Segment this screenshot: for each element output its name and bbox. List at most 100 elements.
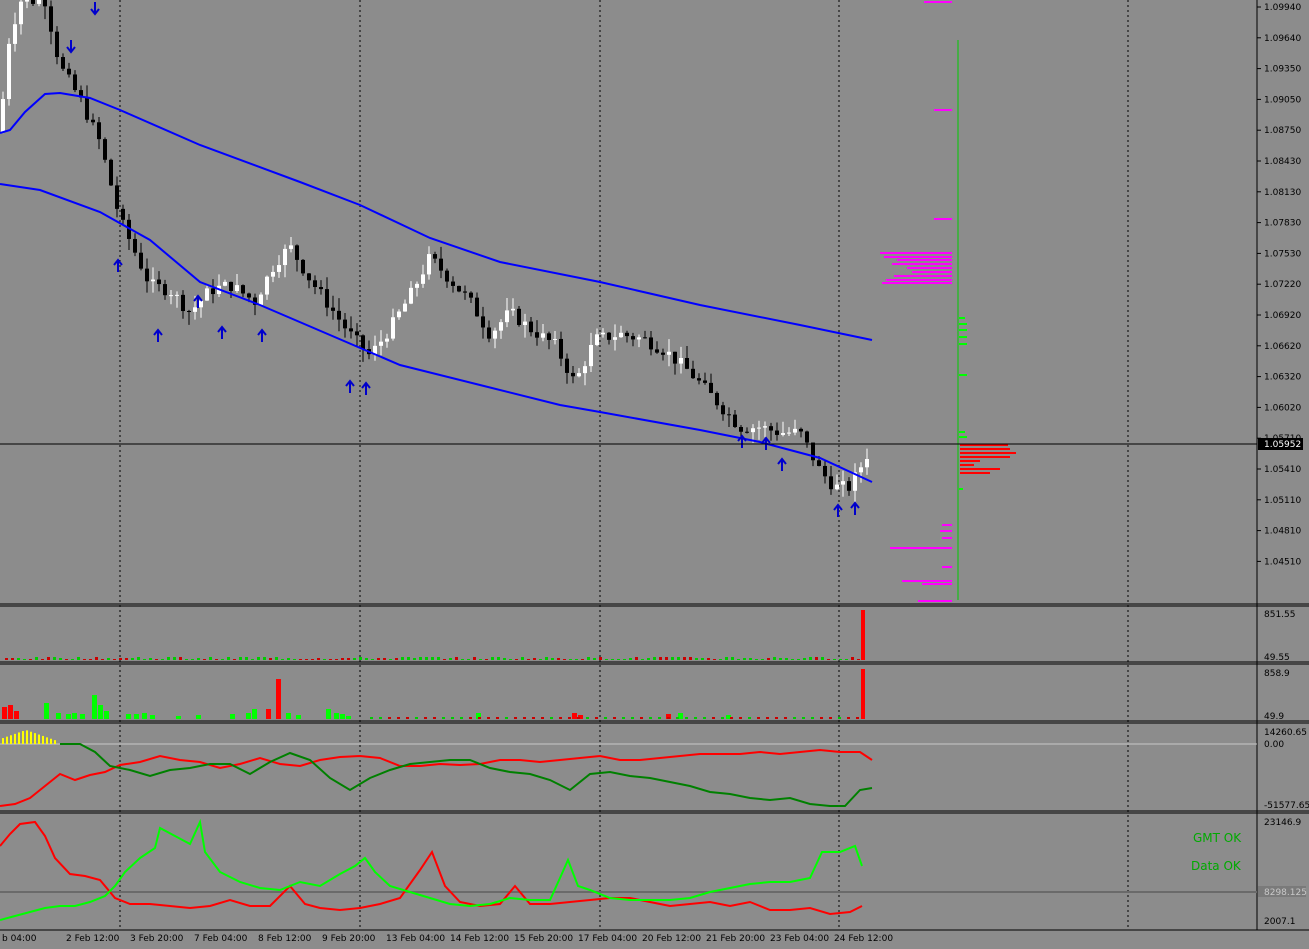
volume-bar bbox=[203, 659, 206, 660]
volume-bar bbox=[839, 659, 842, 660]
candle-body bbox=[199, 300, 203, 308]
volume-bar bbox=[761, 659, 764, 660]
profile-bar-red bbox=[960, 448, 1010, 450]
price-label: 1.07830 bbox=[1264, 219, 1301, 229]
volume-bar bbox=[179, 657, 182, 660]
candle-body bbox=[205, 288, 209, 301]
profile-bar-magenta bbox=[880, 252, 952, 254]
volume-bar bbox=[523, 717, 526, 719]
profile-bar-magenta bbox=[934, 109, 952, 111]
volume-bar bbox=[83, 659, 86, 660]
candle-body bbox=[511, 308, 515, 311]
candle-body bbox=[229, 281, 233, 292]
volume-bar bbox=[329, 659, 332, 660]
volume-bar bbox=[856, 717, 859, 719]
candle-body bbox=[349, 328, 353, 332]
volume-bar bbox=[829, 717, 832, 719]
candle-body bbox=[625, 332, 629, 337]
candle-body bbox=[361, 335, 365, 350]
volume-bar bbox=[550, 717, 553, 719]
candle-body bbox=[841, 481, 845, 485]
profile-bar-green bbox=[959, 336, 967, 338]
volume-bar bbox=[263, 657, 266, 660]
volume-bar bbox=[11, 658, 14, 660]
volume-bar bbox=[791, 659, 794, 660]
candle-body bbox=[475, 297, 479, 317]
histogram-bar bbox=[18, 732, 20, 744]
candle-body bbox=[559, 338, 563, 359]
volume-bar bbox=[460, 717, 463, 719]
oscillator-zero-label: 0.00 bbox=[1264, 740, 1284, 750]
candle-body bbox=[673, 351, 677, 364]
volume-bar bbox=[676, 717, 679, 719]
candle-body bbox=[847, 481, 851, 491]
volume-spike bbox=[861, 669, 865, 719]
price-label: 1.09640 bbox=[1264, 34, 1301, 44]
candle-body bbox=[331, 307, 335, 311]
volume-bar bbox=[143, 659, 146, 660]
volume-bar bbox=[2, 707, 7, 719]
price-label: 1.06620 bbox=[1264, 342, 1301, 352]
volume-bar bbox=[59, 658, 62, 660]
candle-body bbox=[163, 284, 167, 296]
price-label: 1.08750 bbox=[1264, 126, 1301, 136]
volume-bar bbox=[424, 717, 427, 719]
histogram-bar bbox=[14, 733, 16, 744]
volume-bar bbox=[340, 714, 345, 719]
volume-bar bbox=[326, 709, 331, 719]
bottom-bottom-label: 2007.1 bbox=[1264, 917, 1296, 927]
candle-body bbox=[433, 254, 437, 259]
candle-body bbox=[133, 238, 137, 253]
candle-body bbox=[811, 442, 815, 461]
volume-bar bbox=[72, 713, 77, 719]
volume-bar bbox=[66, 714, 71, 719]
candle-body bbox=[595, 334, 599, 345]
candle-body bbox=[223, 281, 227, 286]
profile-bar-magenta bbox=[902, 580, 952, 582]
volume-bar bbox=[721, 717, 724, 719]
candle-body bbox=[823, 465, 827, 477]
candle-body bbox=[295, 245, 299, 260]
candle-body bbox=[187, 311, 191, 313]
candle-body bbox=[643, 337, 647, 339]
candle-body bbox=[37, 0, 41, 4]
candle-body bbox=[283, 248, 287, 266]
time-label: 9 Feb 20:00 bbox=[322, 934, 376, 944]
candle-body bbox=[169, 295, 173, 297]
volume-bar bbox=[142, 713, 147, 719]
candle-body bbox=[487, 327, 491, 339]
volume-bar bbox=[473, 657, 476, 660]
volume-bar bbox=[641, 659, 644, 660]
volume-bar bbox=[346, 716, 351, 719]
volume-bar bbox=[442, 717, 445, 719]
volume-bar bbox=[604, 717, 607, 719]
candle-body bbox=[313, 280, 317, 288]
candle-body bbox=[631, 336, 635, 340]
candle-body bbox=[151, 279, 155, 282]
candle-body bbox=[145, 268, 149, 282]
candle-body bbox=[469, 292, 473, 298]
volume-bar bbox=[379, 717, 382, 719]
histogram-bar bbox=[2, 738, 4, 744]
volume-bar bbox=[532, 717, 535, 719]
candle-body bbox=[265, 276, 269, 295]
time-label: 3 Feb 20:00 bbox=[130, 934, 184, 944]
volume-bar bbox=[820, 717, 823, 719]
volume-bar bbox=[811, 717, 814, 719]
volume-bar bbox=[461, 659, 464, 660]
volume-bar bbox=[29, 659, 32, 660]
volume-bar bbox=[701, 658, 704, 660]
profile-bar-magenta bbox=[924, 1, 952, 3]
profile-bar-magenta bbox=[892, 263, 952, 265]
trading-chart[interactable]: 1.09940 1.09640 1.09350 1.09050 1.08750 1.084… bbox=[0, 0, 1309, 949]
volume-bar bbox=[449, 658, 452, 660]
candle-body bbox=[757, 427, 761, 429]
volume-bar bbox=[631, 717, 634, 719]
price-label: 1.09940 bbox=[1264, 3, 1301, 13]
volume-bar bbox=[707, 658, 710, 660]
candle-body bbox=[463, 291, 467, 293]
candle-body bbox=[319, 287, 323, 290]
price-label: 1.05110 bbox=[1264, 496, 1301, 506]
volume-bar bbox=[649, 717, 652, 719]
volume-bar bbox=[311, 659, 314, 660]
